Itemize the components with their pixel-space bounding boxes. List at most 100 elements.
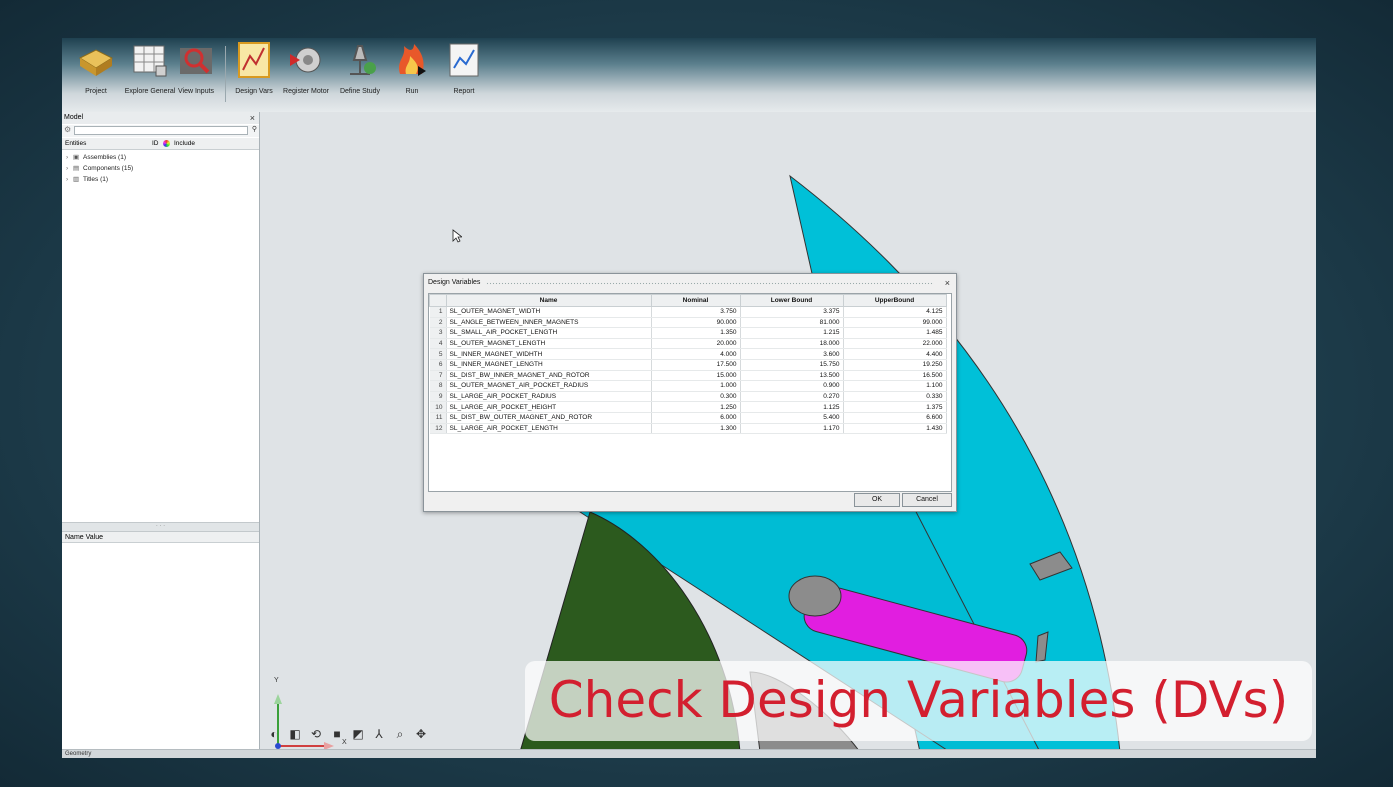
- column-header-nominal[interactable]: Nominal: [650, 294, 741, 307]
- table-row[interactable]: 3 SL_SMALL_AIR_POCKET_LENGTH 1.350 1.215 1.4…: [429, 327, 947, 339]
- panel-close-icon[interactable]: ×: [250, 112, 255, 124]
- entities-header[interactable]: Entities: [65, 138, 86, 149]
- cancel-button[interactable]: Cancel: [902, 493, 952, 507]
- nominal-cell[interactable]: 6.000: [651, 412, 741, 424]
- lower-bound-cell[interactable]: 0.900: [740, 380, 844, 392]
- ok-button[interactable]: OK: [854, 493, 900, 507]
- variable-name-cell[interactable]: SL_DIST_BW_INNER_MAGNET_AND_ROTOR: [446, 370, 652, 382]
- lower-bound-cell[interactable]: 81.000: [740, 317, 844, 329]
- upper-bound-cell[interactable]: 6.600: [843, 412, 947, 424]
- nominal-cell[interactable]: 90.000: [651, 317, 741, 329]
- table-row[interactable]: 9 SL_LARGE_AIR_POCKET_RADIUS 0.300 0.270 0.3…: [429, 391, 947, 403]
- title-icon: ▥: [73, 176, 80, 183]
- table-row[interactable]: 1 SL_OUTER_MAGNET_WIDTH 3.750 3.375 4.125: [429, 306, 947, 318]
- variable-name-cell[interactable]: SL_OUTER_MAGNET_LENGTH: [446, 338, 652, 350]
- lower-bound-cell[interactable]: 13.500: [740, 370, 844, 382]
- zoom-icon[interactable]: ⌕: [393, 727, 407, 741]
- table-row[interactable]: 10 SL_LARGE_AIR_POCKET_HEIGHT 1.250 1.125 1.…: [429, 401, 947, 413]
- variable-name-cell[interactable]: SL_SMALL_AIR_POCKET_LENGTH: [446, 327, 652, 339]
- upper-bound-cell[interactable]: 19.250: [843, 359, 947, 371]
- ribbon-define-study-button[interactable]: Define Study: [332, 40, 388, 110]
- lower-bound-cell[interactable]: 5.400: [740, 412, 844, 424]
- variable-name-cell[interactable]: SL_OUTER_MAGNET_AIR_POCKET_RADIUS: [446, 380, 652, 392]
- upper-bound-cell[interactable]: 99.000: [843, 317, 947, 329]
- table-row[interactable]: 12 SL_LARGE_AIR_POCKET_LENGTH 1.300 1.170 1.…: [429, 423, 947, 435]
- lower-bound-cell[interactable]: 15.750: [740, 359, 844, 371]
- nominal-cell[interactable]: 1.300: [651, 423, 741, 435]
- upper-bound-cell[interactable]: 1.430: [843, 423, 947, 435]
- lower-bound-cell[interactable]: 0.270: [740, 391, 844, 403]
- variable-name-cell[interactable]: SL_DIST_BW_OUTER_MAGNET_AND_ROTOR: [446, 412, 652, 424]
- shaded-view-icon[interactable]: ◩: [351, 727, 365, 741]
- ribbon-view-inputs-button[interactable]: View Inputs: [168, 40, 224, 110]
- table-row[interactable]: 4 SL_OUTER_MAGNET_LENGTH 20.000 18.000 22.00…: [429, 338, 947, 350]
- upper-bound-cell[interactable]: 1.485: [843, 327, 947, 339]
- lower-bound-cell[interactable]: 3.375: [740, 306, 844, 318]
- table-row[interactable]: 11 SL_DIST_BW_OUTER_MAGNET_AND_ROTOR 6.000…: [429, 412, 947, 424]
- variable-name-cell[interactable]: SL_LARGE_AIR_POCKET_HEIGHT: [446, 401, 652, 413]
- ribbon-design-vars-button[interactable]: Design Vars: [226, 40, 282, 110]
- upper-bound-cell[interactable]: 1.375: [843, 401, 947, 413]
- nominal-cell[interactable]: 0.300: [651, 391, 741, 403]
- upper-bound-cell[interactable]: 22.000: [843, 338, 947, 350]
- dialog-drag-grip[interactable]: [486, 282, 934, 285]
- front-view-icon[interactable]: ■: [330, 727, 344, 741]
- lower-bound-cell[interactable]: 3.600: [740, 348, 844, 360]
- geometry-tab[interactable]: Geometry: [62, 751, 91, 757]
- lower-bound-cell[interactable]: 18.000: [740, 338, 844, 350]
- expand-arrow-icon[interactable]: ›: [66, 152, 73, 163]
- ribbon-project-button[interactable]: Project: [68, 40, 124, 110]
- variable-name-cell[interactable]: SL_OUTER_MAGNET_WIDTH: [446, 306, 652, 318]
- upper-bound-cell[interactable]: 4.400: [843, 348, 947, 360]
- axes-view-icon[interactable]: ⅄: [372, 727, 386, 741]
- tree-item-titles[interactable]: › ▥ Titles (1): [62, 174, 259, 185]
- search-icon[interactable]: ⚲: [252, 125, 257, 133]
- panel-splitter[interactable]: · · ·: [62, 522, 259, 532]
- variable-name-cell[interactable]: SL_ANGLE_BETWEEN_INNER_MAGNETS: [446, 317, 652, 329]
- pan-icon[interactable]: ✥: [414, 727, 428, 741]
- search-input[interactable]: [74, 126, 248, 135]
- id-header[interactable]: ID: [152, 138, 159, 149]
- table-row[interactable]: 7 SL_DIST_BW_INNER_MAGNET_AND_ROTOR 15.000…: [429, 370, 947, 382]
- variable-name-cell[interactable]: SL_LARGE_AIR_POCKET_RADIUS: [446, 391, 652, 403]
- column-header-name[interactable]: Name: [445, 294, 652, 307]
- variable-name-cell[interactable]: SL_INNER_MAGNET_WIDHTH: [446, 348, 652, 360]
- upper-bound-cell[interactable]: 1.100: [843, 380, 947, 392]
- expand-arrow-icon[interactable]: ›: [66, 163, 73, 174]
- include-header[interactable]: Include: [174, 138, 195, 149]
- rotate-view-icon[interactable]: ⟲: [309, 727, 323, 741]
- fit-view-icon[interactable]: ◧: [288, 727, 302, 741]
- expand-arrow-icon[interactable]: ›: [66, 174, 73, 185]
- nominal-cell[interactable]: 15.000: [651, 370, 741, 382]
- nominal-cell[interactable]: 4.000: [651, 348, 741, 360]
- filter-icon[interactable]: ⚙: [64, 125, 71, 134]
- ribbon-label: Run: [405, 88, 419, 95]
- tree-item-assemblies[interactable]: › ▣ Assemblies (1): [62, 152, 259, 163]
- lower-bound-cell[interactable]: 1.170: [740, 423, 844, 435]
- lower-bound-cell[interactable]: 1.125: [740, 401, 844, 413]
- upper-bound-cell[interactable]: 4.125: [843, 306, 947, 318]
- ribbon-run-button[interactable]: Run: [384, 40, 440, 110]
- ribbon-report-button[interactable]: Report: [436, 40, 492, 110]
- upper-bound-cell[interactable]: 0.330: [843, 391, 947, 403]
- nominal-cell[interactable]: 1.000: [651, 380, 741, 392]
- variable-name-cell[interactable]: SL_INNER_MAGNET_LENGTH: [446, 359, 652, 371]
- nominal-cell[interactable]: 3.750: [651, 306, 741, 318]
- nominal-cell[interactable]: 17.500: [651, 359, 741, 371]
- tree-item-components[interactable]: › ▤ Components (15): [62, 163, 259, 174]
- ribbon-register-motor-button[interactable]: Register Motor: [278, 40, 334, 110]
- nominal-cell[interactable]: 20.000: [651, 338, 741, 350]
- nominal-cell[interactable]: 1.250: [651, 401, 741, 413]
- variable-name-cell[interactable]: SL_LARGE_AIR_POCKET_LENGTH: [446, 423, 652, 435]
- lower-bound-cell[interactable]: 1.215: [740, 327, 844, 339]
- table-row[interactable]: 5 SL_INNER_MAGNET_WIDHTH 4.000 3.600 4.400: [429, 348, 947, 360]
- column-header-upper-bound[interactable]: UpperBound: [842, 294, 947, 307]
- dialog-close-icon[interactable]: ×: [945, 274, 950, 292]
- nominal-cell[interactable]: 1.350: [651, 327, 741, 339]
- table-row[interactable]: 8 SL_OUTER_MAGNET_AIR_POCKET_RADIUS 1.000 0…: [429, 380, 947, 392]
- column-header-lower-bound[interactable]: Lower Bound: [739, 294, 844, 307]
- table-row[interactable]: 6 SL_INNER_MAGNET_LENGTH 17.500 15.750 19.25…: [429, 359, 947, 371]
- iso-view-icon[interactable]: ◐: [267, 727, 281, 741]
- upper-bound-cell[interactable]: 16.500: [843, 370, 947, 382]
- table-row[interactable]: 2 SL_ANGLE_BETWEEN_INNER_MAGNETS 90.000 81.…: [429, 317, 947, 329]
